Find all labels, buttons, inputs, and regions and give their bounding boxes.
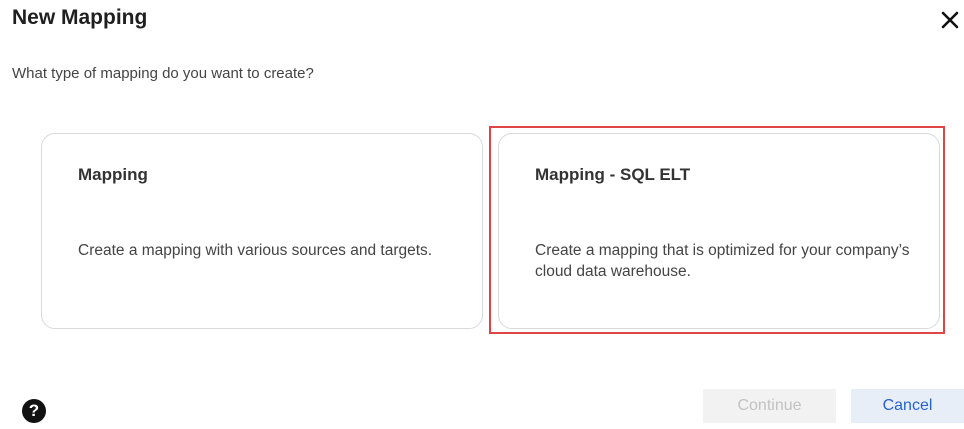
help-icon: ? (28, 401, 40, 420)
dialog-subtitle: What type of mapping do you want to crea… (12, 65, 314, 82)
close-button[interactable] (938, 8, 962, 32)
option-card-mapping[interactable]: Mapping Create a mapping with various so… (41, 133, 483, 329)
continue-button[interactable]: Continue (703, 389, 836, 423)
help-button[interactable]: ? (22, 399, 46, 423)
option-card-description: Create a mapping that is optimized for y… (535, 242, 910, 280)
new-mapping-dialog: New Mapping What type of mapping do you … (0, 0, 964, 429)
cancel-button[interactable]: Cancel (851, 389, 964, 423)
option-card-title: Mapping - SQL ELT (535, 165, 691, 184)
option-card-title: Mapping (78, 165, 148, 184)
close-icon (941, 11, 959, 29)
dialog-title: New Mapping (12, 6, 148, 29)
option-card-description: Create a mapping with various sources an… (78, 242, 433, 259)
option-card-mapping-sql-elt[interactable]: Mapping - SQL ELT Create a mapping that … (498, 133, 940, 329)
